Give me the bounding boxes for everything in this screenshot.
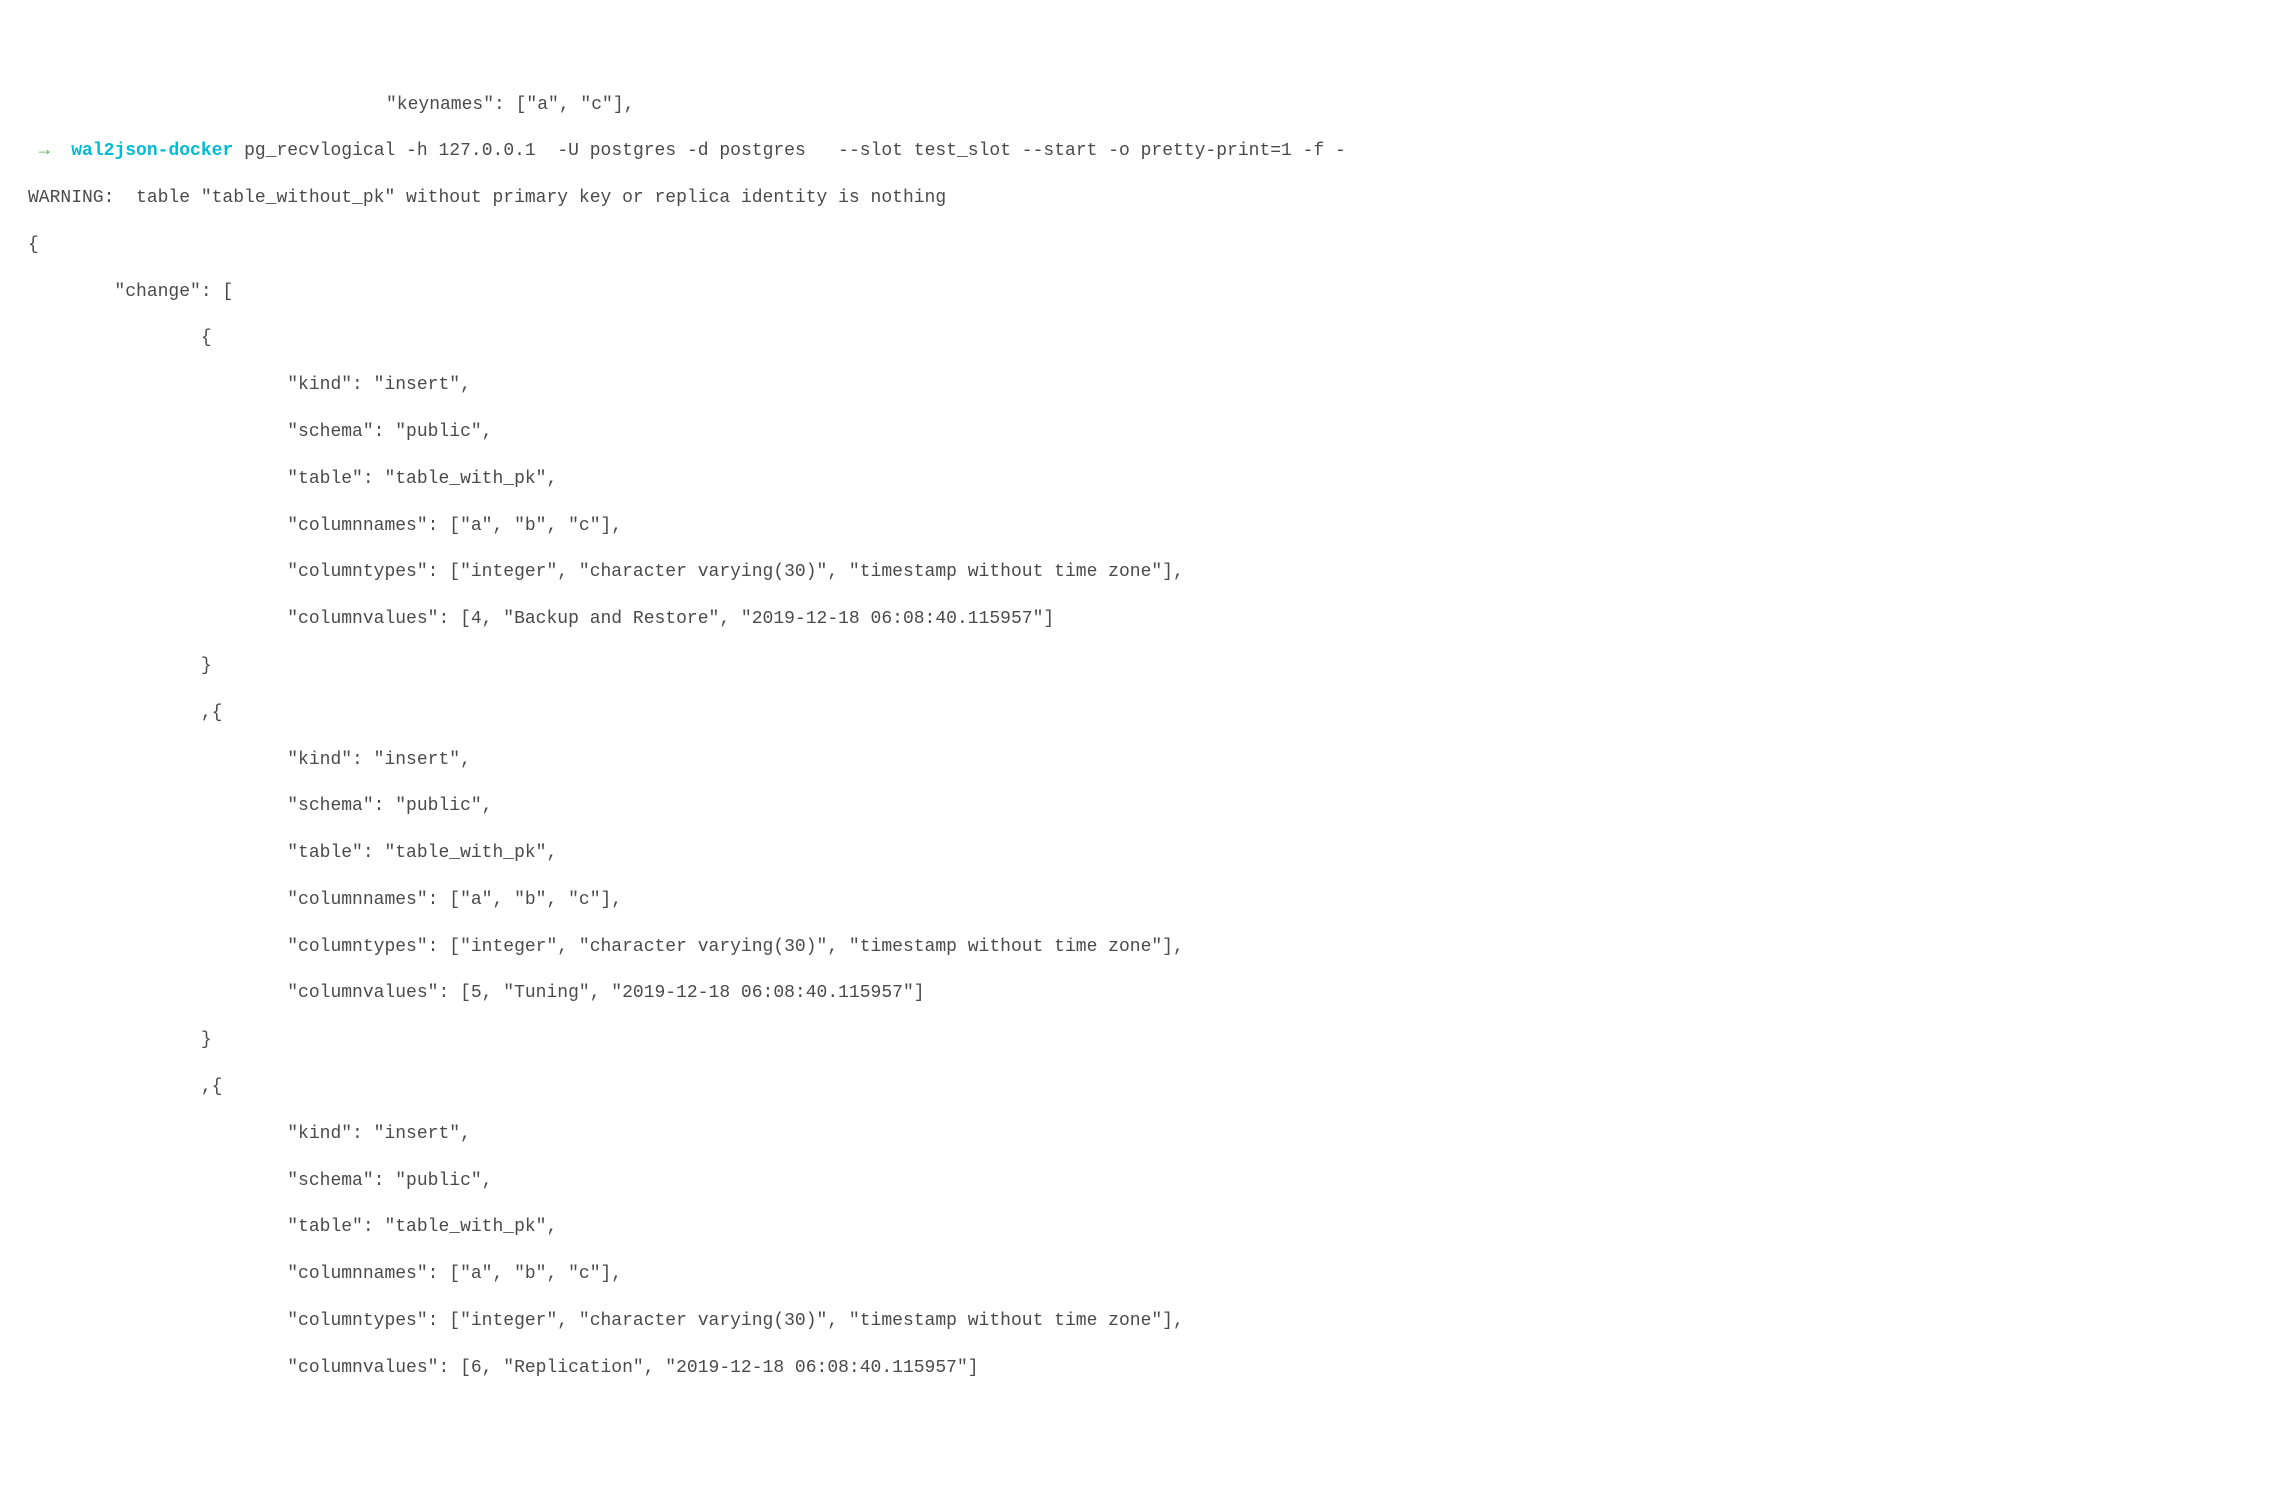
json-output-line: "columnnames": ["a", "b", "c"], — [28, 515, 2276, 538]
json-output-line: "columnvalues": [4, "Backup and Restore"… — [28, 608, 2276, 631]
json-output-line: "kind": "insert", — [28, 749, 2276, 772]
working-directory: wal2json-docker — [71, 141, 233, 161]
json-output-line: "columnnames": ["a", "b", "c"], — [28, 1263, 2276, 1286]
json-output-line: ,{ — [28, 702, 2276, 725]
json-output-line: "kind": "insert", — [28, 1123, 2276, 1146]
warning-line: WARNING: table "table_without_pk" withou… — [28, 187, 2276, 210]
json-output-line: "columnvalues": [6, "Replication", "2019… — [28, 1357, 2276, 1380]
json-output-line: { — [28, 234, 2276, 257]
prompt-arrow-icon: → — [39, 141, 50, 161]
json-output-line: "columntypes": ["integer", "character va… — [28, 1310, 2276, 1333]
prompt-line[interactable]: → wal2json-docker pg_recvlogical -h 127.… — [28, 140, 2276, 163]
json-output-line: "kind": "insert", — [28, 374, 2276, 397]
json-output-line: } — [28, 1029, 2276, 1052]
json-output-line: "schema": "public", — [28, 1170, 2276, 1193]
command-text: pg_recvlogical -h 127.0.0.1 -U postgres … — [244, 141, 1346, 161]
json-output-line: "table": "table_with_pk", — [28, 468, 2276, 491]
json-output-line: } — [28, 655, 2276, 678]
json-output-line: "change": [ — [28, 281, 2276, 304]
json-output-line: { — [28, 327, 2276, 350]
json-output-line: "columnvalues": [5, "Tuning", "2019-12-1… — [28, 982, 2276, 1005]
partial-top-line: "keynames": ["a", "c"], — [386, 94, 2276, 117]
json-output-line: "columntypes": ["integer", "character va… — [28, 561, 2276, 584]
json-output-line: "table": "table_with_pk", — [28, 1216, 2276, 1239]
json-output-line: "columntypes": ["integer", "character va… — [28, 936, 2276, 959]
json-output-line: "schema": "public", — [28, 795, 2276, 818]
json-output-line: ,{ — [28, 1076, 2276, 1099]
json-output-line: "columnnames": ["a", "b", "c"], — [28, 889, 2276, 912]
json-output-line: "schema": "public", — [28, 421, 2276, 444]
json-output-line: "table": "table_with_pk", — [28, 842, 2276, 865]
